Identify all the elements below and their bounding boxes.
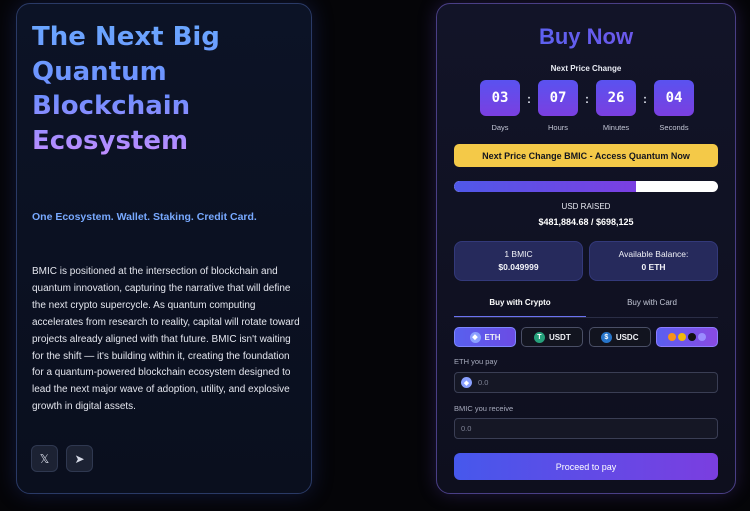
- hero-description: BMIC is positioned at the intersection o…: [32, 266, 300, 413]
- currency-label: USDT: [548, 332, 571, 342]
- raise-progress-fill: [454, 181, 637, 192]
- pay-input[interactable]: [478, 378, 678, 387]
- currency-selector: ◆ ETH T USDT $ USDC: [454, 327, 718, 347]
- receive-field[interactable]: [454, 418, 718, 439]
- telegram-icon: ➤: [74, 451, 85, 466]
- hero-tagline: One Ecosystem. Wallet. Staking. Credit C…: [32, 211, 257, 223]
- countdown-label: Seconds: [659, 123, 689, 132]
- countdown-separator: :: [585, 92, 589, 106]
- price-change-banner[interactable]: Next Price Change BMIC - Access Quantum …: [454, 144, 718, 167]
- hero-card: The Next Big Quantum Blockchain Ecosyste…: [16, 3, 312, 494]
- countdown-separator: :: [527, 92, 531, 106]
- bnb-icon: [667, 333, 676, 341]
- eth-icon: ◆: [461, 377, 472, 388]
- countdown-label: Days: [491, 123, 509, 132]
- usdc-icon: $: [600, 331, 612, 343]
- token-price-box: 1 BMIC $0.049999: [454, 241, 583, 281]
- social-links: 𝕏 ➤: [31, 445, 93, 472]
- token-price-value: $0.049999: [498, 262, 539, 272]
- hero-title-line: The Next Big: [32, 22, 220, 52]
- currency-eth-button[interactable]: ◆ ETH: [454, 327, 516, 347]
- countdown-minutes: 26 Minutes: [595, 80, 637, 132]
- countdown-label: Minutes: [602, 123, 630, 132]
- hero-title-line: Ecosystem: [32, 125, 189, 156]
- tab-buy-with-card[interactable]: Buy with Card: [586, 292, 718, 317]
- countdown-timer: 03 Days : 07 Hours : 26 Minutes : 04 Sec…: [479, 80, 695, 132]
- countdown-seconds: 04 Seconds: [653, 80, 695, 132]
- coin-icon: [687, 333, 696, 341]
- buy-widget: Buy Now Next Price Change 03 Days : 07 H…: [436, 3, 736, 494]
- countdown-value: 26: [596, 80, 636, 116]
- tab-buy-with-crypto[interactable]: Buy with Crypto: [454, 292, 586, 317]
- balance-box: Available Balance: 0 ETH: [589, 241, 718, 281]
- token-price-label: 1 BMIC: [504, 249, 533, 259]
- buy-title: Buy Now: [437, 24, 735, 50]
- pay-field[interactable]: ◆: [454, 372, 718, 393]
- countdown-label: Hours: [547, 123, 568, 132]
- eth-icon: ◆: [469, 331, 481, 343]
- telegram-social-button[interactable]: ➤: [66, 445, 93, 472]
- receive-input[interactable]: [461, 424, 661, 433]
- raised-value: $481,884.68 / $698,125: [538, 217, 634, 227]
- x-social-button[interactable]: 𝕏: [31, 445, 58, 472]
- countdown-value: 07: [538, 80, 578, 116]
- raise-progress-bar: [454, 181, 718, 192]
- raised-label: USD RAISED: [561, 202, 611, 211]
- receive-label: BMIC you receive: [454, 404, 514, 413]
- balance-label: Available Balance:: [618, 249, 689, 259]
- hero-title-line: Quantum: [32, 56, 167, 87]
- x-icon: 𝕏: [39, 451, 50, 466]
- pay-label: ETH you pay: [454, 357, 498, 366]
- countdown-days: 03 Days: [479, 80, 521, 132]
- balance-value: 0 ETH: [641, 262, 666, 272]
- currency-label: ETH: [484, 332, 501, 342]
- hero-title: The Next Big Quantum Blockchain Ecosyste…: [32, 20, 272, 158]
- next-price-label: Next Price Change: [550, 64, 622, 73]
- usdt-icon: T: [533, 331, 545, 343]
- currency-usdt-button[interactable]: T USDT: [521, 327, 584, 347]
- payment-tabs: Buy with Crypto Buy with Card: [454, 292, 718, 318]
- coin-icon: [677, 333, 686, 341]
- currency-usdc-button[interactable]: $ USDC: [588, 327, 651, 347]
- countdown-value: 04: [654, 80, 694, 116]
- countdown-value: 03: [480, 80, 520, 116]
- more-currencies-button[interactable]: [655, 327, 718, 347]
- countdown-separator: :: [643, 92, 647, 106]
- coin-icon: [697, 333, 706, 341]
- countdown-hours: 07 Hours: [537, 80, 579, 132]
- proceed-to-pay-button[interactable]: Proceed to pay: [454, 453, 718, 480]
- currency-label: USDC: [615, 332, 639, 342]
- hero-title-line: Blockchain: [32, 91, 191, 121]
